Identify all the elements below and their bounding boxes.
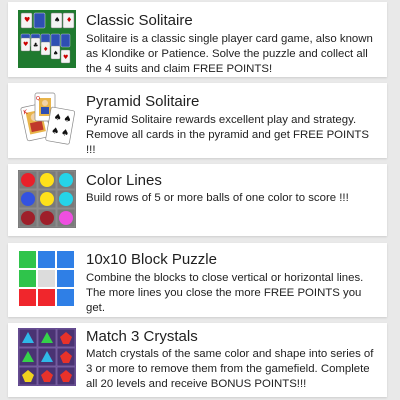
game-title[interactable]: Classic Solitaire — [86, 12, 193, 30]
crystals-grid-icon[interactable] — [18, 328, 76, 386]
svg-text:♥: ♥ — [63, 54, 68, 61]
svg-text:♠: ♠ — [63, 114, 73, 125]
svg-text:♥: ♥ — [23, 41, 28, 48]
game-description: Combine the blocks to close vertical or … — [86, 272, 364, 314]
svg-text:♠: ♠ — [60, 128, 70, 139]
svg-text:♠: ♠ — [53, 50, 58, 57]
page-gutter — [392, 0, 400, 400]
game-card-match-3-crystals[interactable]: Match 3 Crystals Match crystals of the s… — [8, 323, 387, 397]
game-description: Build rows of 5 or more balls of one col… — [86, 192, 349, 204]
color-balls-grid-icon[interactable] — [18, 170, 76, 228]
game-title[interactable]: Pyramid Solitaire — [86, 93, 199, 111]
game-card-pyramid-solitaire[interactable]: K Q ♠ ♠ ♠ ♠ Pyramid Solitaire Pyramid So… — [8, 83, 387, 158]
svg-text:♦: ♦ — [66, 16, 72, 24]
game-description: Solitaire is a classic single player car… — [86, 33, 373, 75]
game-title[interactable]: Color Lines — [86, 172, 162, 190]
game-list: ♥ ♠ ♦ ♥ ♣ ♦ ♠ ♥ Classic Solitaire Solita… — [8, 0, 387, 400]
svg-text:♥: ♥ — [24, 16, 30, 24]
game-title[interactable]: 10x10 Block Puzzle — [86, 251, 217, 269]
game-description: Match crystals of the same color and sha… — [86, 348, 374, 390]
game-card-block-puzzle[interactable]: 10x10 Block Puzzle Combine the blocks to… — [8, 243, 387, 317]
game-description: Pyramid Solitaire rewards excellent play… — [86, 114, 369, 156]
svg-text:♠: ♠ — [53, 112, 63, 123]
svg-text:♠: ♠ — [50, 126, 60, 137]
game-card-color-lines[interactable]: Color Lines Build rows of 5 or more ball… — [8, 164, 387, 236]
colored-blocks-icon[interactable] — [18, 250, 76, 308]
pyramid-playing-cards-icon[interactable]: K Q ♠ ♠ ♠ ♠ — [18, 91, 76, 149]
svg-text:Q: Q — [36, 96, 40, 102]
klondike-solitaire-icon[interactable]: ♥ ♠ ♦ ♥ ♣ ♦ ♠ ♥ — [18, 10, 76, 68]
svg-text:♦: ♦ — [43, 46, 48, 53]
game-card-classic-solitaire[interactable]: ♥ ♠ ♦ ♥ ♣ ♦ ♠ ♥ Classic Solitaire Solita… — [8, 2, 387, 77]
svg-text:♣: ♣ — [33, 42, 38, 49]
svg-text:♠: ♠ — [54, 16, 60, 24]
game-title[interactable]: Match 3 Crystals — [86, 328, 198, 346]
